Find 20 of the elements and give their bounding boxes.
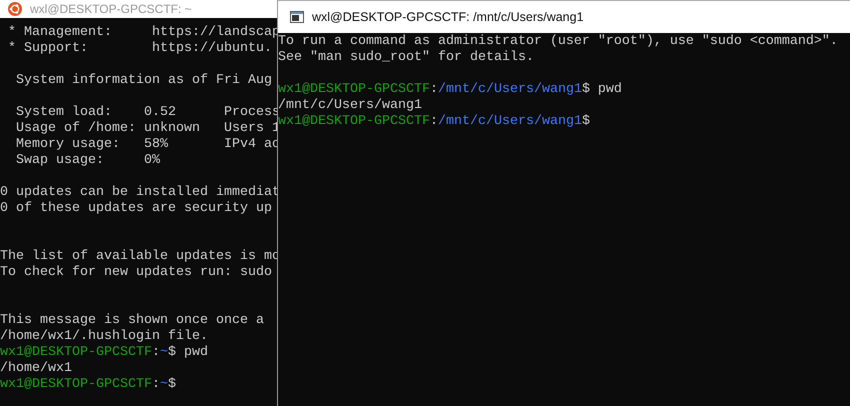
output-line: /mnt/c/Users/wang1 xyxy=(278,98,423,114)
output-line: To run a command as administrator (user "root"), use "sudo <command>". xyxy=(278,34,839,50)
window-title: wxl@DESKTOP-GPCSCTF: /mnt/c/Users/wang1 xyxy=(312,8,584,26)
console-window-icon xyxy=(290,11,304,23)
output-line: /home/wx1 xyxy=(0,361,73,377)
output-line: See "man sudo_root" for details. xyxy=(278,50,535,66)
output-line: * Support: https://ubuntu. xyxy=(6,41,273,57)
output-line: This message is shown once once a xyxy=(0,313,265,329)
prompt-line: wx1@DESKTOP-GPCSCTF:~$ pwd xyxy=(0,345,208,361)
output-line: System information as of Fri Aug xyxy=(14,73,273,89)
prompt-line: wx1@DESKTOP-GPCSCTF:/mnt/c/Users/wang1$ xyxy=(278,114,590,130)
prompt-line: wx1@DESKTOP-GPCSCTF:~$ xyxy=(0,377,176,393)
output-line: /home/wx1/.hushlogin file. xyxy=(0,329,209,345)
output-line: 0 of these updates are security up xyxy=(0,201,273,217)
output-line: Swap usage: 0% xyxy=(14,153,161,169)
output-line: 0 updates can be installed immediat xyxy=(0,185,280,201)
output-line: * Management: https://landscap xyxy=(6,25,280,40)
prompt-line: wx1@DESKTOP-GPCSCTF:/mnt/c/Users/wang1$ pwd xyxy=(278,82,622,98)
output-line: To check for new updates run: sudo xyxy=(0,265,273,281)
window-title: wxl@DESKTOP-GPCSCTF: ~ xyxy=(30,1,192,18)
